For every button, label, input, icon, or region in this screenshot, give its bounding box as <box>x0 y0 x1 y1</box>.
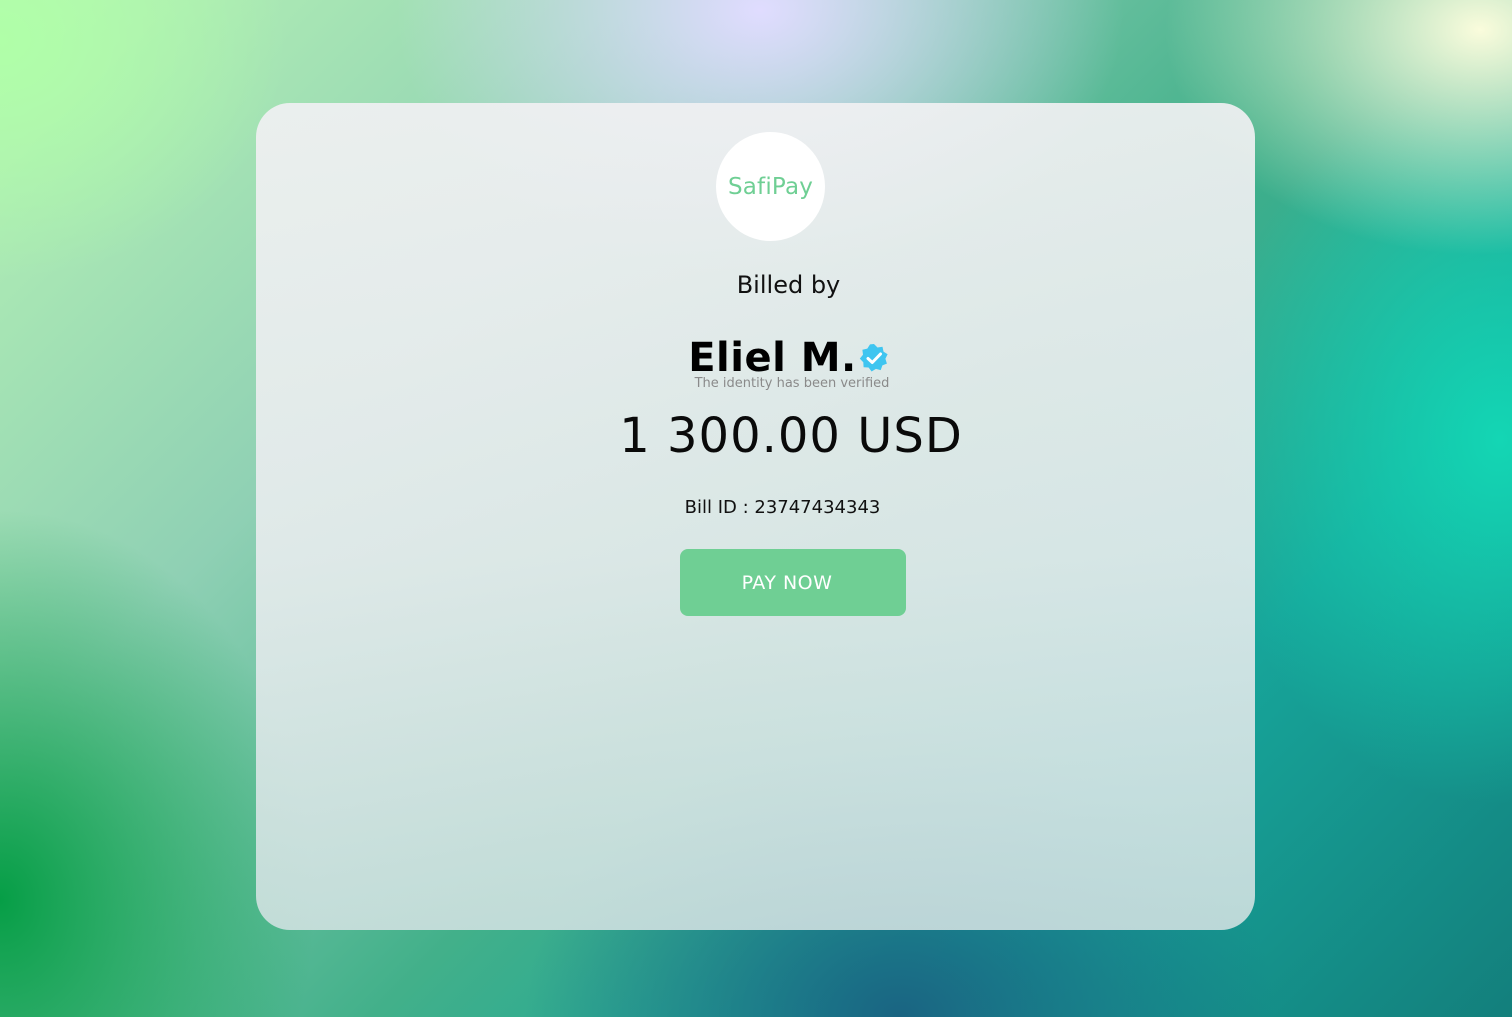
verified-note: The identity has been verified <box>694 376 890 391</box>
brand-logo: SafiPay <box>716 132 825 241</box>
merchant-row: Eliel M. <box>256 335 1321 381</box>
bill-amount: 1 300.00 USD <box>619 408 963 464</box>
payment-card: SafiPay Billed by Eliel M. The identity … <box>256 103 1255 930</box>
pay-now-button[interactable]: PAY NOW <box>680 549 906 616</box>
billed-by-label: Billed by <box>736 271 841 299</box>
brand-logo-text: SafiPay <box>727 173 814 200</box>
bill-id: Bill ID : 23747434343 <box>684 497 881 518</box>
verified-badge-icon <box>859 344 888 372</box>
merchant-name: Eliel M. <box>688 335 857 381</box>
